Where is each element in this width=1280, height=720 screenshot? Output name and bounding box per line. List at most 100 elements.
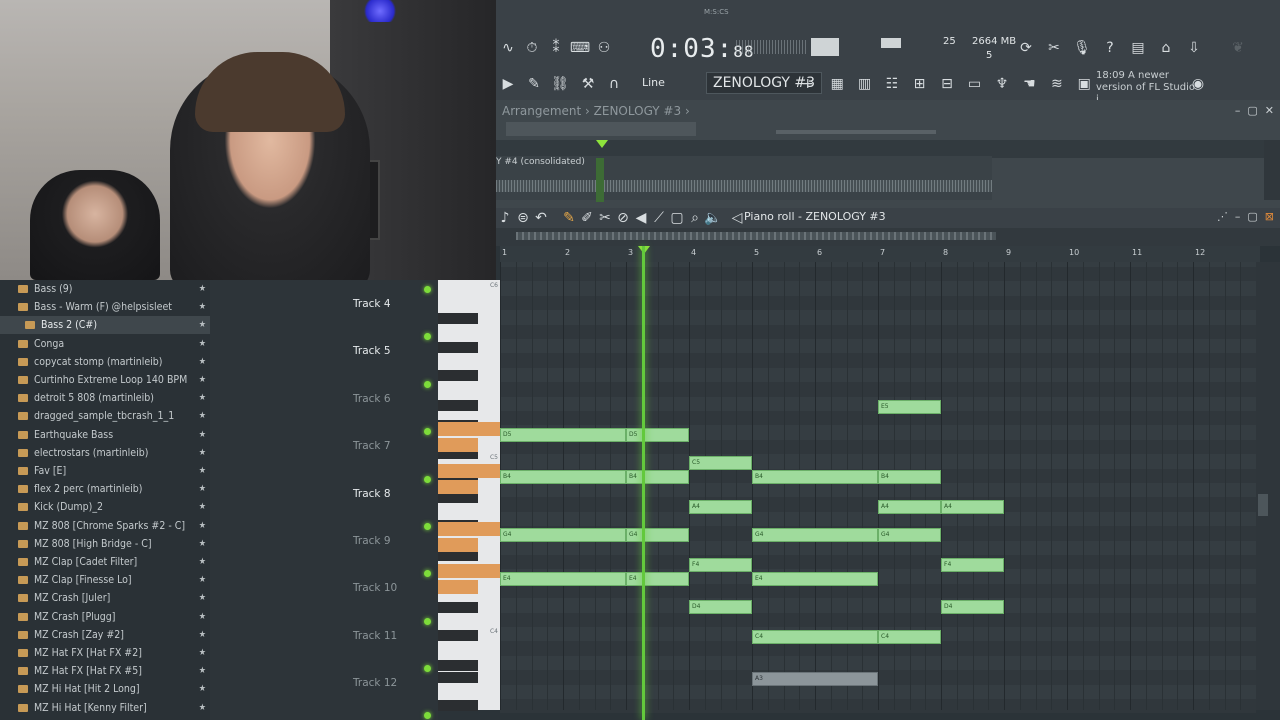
add-pattern-icon[interactable]: + <box>796 72 819 96</box>
export-icon[interactable]: ⇩ <box>1182 36 1206 60</box>
track-label[interactable]: Track 9 <box>353 535 391 547</box>
ilrs-icon[interactable]: ▣ <box>1073 72 1096 96</box>
master-pitch[interactable] <box>881 38 901 48</box>
favorite-star-icon[interactable]: ★ <box>199 684 206 694</box>
highlighted-key[interactable] <box>438 464 500 478</box>
playlist-vscroll[interactable] <box>1264 140 1280 200</box>
piano-note[interactable]: C5 <box>689 456 752 470</box>
piano-note[interactable]: E4 <box>626 572 689 586</box>
black-key[interactable] <box>438 602 478 613</box>
microphone-icon[interactable]: 🎙 <box>1070 36 1094 60</box>
browser-item[interactable]: MZ Clap [Finesse Lo] ★ <box>0 571 210 589</box>
plugin-picker-icon[interactable]: ♆ <box>990 72 1013 96</box>
piano-note[interactable]: C4 <box>878 630 941 644</box>
favorite-star-icon[interactable]: ★ <box>199 557 206 567</box>
black-key[interactable] <box>438 660 478 671</box>
render-icon[interactable]: ⌂ <box>1154 36 1178 60</box>
track-label[interactable]: Track 7 <box>353 440 391 452</box>
highlighted-key[interactable] <box>438 538 478 552</box>
select-tool-icon[interactable]: ▢ <box>668 206 686 230</box>
highlighted-key[interactable] <box>438 564 500 578</box>
track-led-icon[interactable] <box>424 617 431 625</box>
track-label[interactable]: Track 11 <box>353 630 397 642</box>
options-icon[interactable]: ⊜ <box>514 206 532 230</box>
piano-note[interactable]: A3 <box>752 672 878 686</box>
vscroll-thumb[interactable] <box>1258 494 1268 516</box>
piano-note[interactable]: B4 <box>500 470 626 484</box>
favorite-star-icon[interactable]: ★ <box>199 666 206 676</box>
black-key[interactable] <box>438 700 478 711</box>
favorite-star-icon[interactable]: ★ <box>199 502 206 512</box>
browser-item[interactable]: MZ Clap [Cadet Filter] ★ <box>0 553 210 571</box>
track-label[interactable]: Track 6 <box>353 393 391 405</box>
piano-note[interactable]: C4 <box>752 630 878 644</box>
piano-note[interactable]: E4 <box>752 572 878 586</box>
favorite-star-icon[interactable]: ★ <box>199 575 206 585</box>
favorite-star-icon[interactable]: ★ <box>199 357 206 367</box>
undo-icon[interactable]: ↶ <box>532 206 550 230</box>
piano-note[interactable]: B4 <box>626 470 689 484</box>
browser-item[interactable]: MZ Crash [Zay #2] ★ <box>0 626 210 644</box>
black-key[interactable] <box>438 342 478 353</box>
piano-note[interactable]: A4 <box>689 500 752 514</box>
track-label[interactable]: Track 12 <box>353 677 397 689</box>
browser-item[interactable]: Bass - Warm (F) @helpsisleet ★ <box>0 298 210 316</box>
piano-note[interactable]: D4 <box>689 600 752 614</box>
slip-tool-icon[interactable]: ◀ <box>632 206 650 230</box>
blend-icon[interactable]: ⚇ <box>592 36 616 60</box>
browser-item[interactable]: detroit 5 808 (martinleib) ★ <box>0 389 210 407</box>
highlighted-key[interactable] <box>438 422 500 436</box>
browser-item[interactable]: MZ Hat FX [Hat FX #2] ★ <box>0 644 210 662</box>
browser-item[interactable]: flex 2 perc (martinleib) ★ <box>0 480 210 498</box>
black-key[interactable] <box>438 630 478 641</box>
playlist-scrollbar[interactable] <box>506 122 696 136</box>
mixer-icon[interactable]: ⊞ <box>908 72 931 96</box>
browser-item[interactable]: Fav [E] ★ <box>0 462 210 480</box>
mute-tool-icon[interactable]: ⊘ <box>614 206 632 230</box>
piano-note[interactable]: G4 <box>626 528 689 542</box>
highlighted-key[interactable] <box>438 580 478 594</box>
piano-note[interactable]: A4 <box>878 500 941 514</box>
scripts-icon[interactable]: ≋ <box>1045 72 1068 96</box>
favorite-star-icon[interactable]: ★ <box>199 448 206 458</box>
highlighted-key[interactable] <box>438 522 500 536</box>
track-led-icon[interactable] <box>424 475 431 483</box>
favorite-star-icon[interactable]: ★ <box>199 466 206 476</box>
browser-item[interactable]: MZ Hat FX [Hat FX #5] ★ <box>0 662 210 680</box>
favorite-star-icon[interactable]: ★ <box>199 302 206 312</box>
online-icon[interactable]: ⟳ <box>1014 36 1038 60</box>
piano-note[interactable]: F4 <box>941 558 1004 572</box>
favorite-star-icon[interactable]: ★ <box>199 539 206 549</box>
brush-icon[interactable]: ✎ <box>522 72 546 96</box>
loop-icon[interactable]: ∿ <box>496 36 520 60</box>
favorite-star-icon[interactable]: ★ <box>199 393 206 403</box>
link-icon[interactable]: ⛓ <box>548 72 572 96</box>
touch-keyboard-icon[interactable]: ☚ <box>1018 72 1041 96</box>
favorite-star-icon[interactable]: ★ <box>199 411 206 421</box>
black-key[interactable] <box>438 313 478 324</box>
piano-note[interactable]: D5 <box>626 428 689 442</box>
favorite-star-icon[interactable]: ★ <box>199 521 206 531</box>
piano-note[interactable]: D5 <box>500 428 626 442</box>
news-icon[interactable]: ◉ <box>1186 72 1210 96</box>
black-key[interactable] <box>438 672 478 683</box>
favorite-star-icon[interactable]: ★ <box>199 339 206 349</box>
piano-note[interactable]: G4 <box>878 528 941 542</box>
zoom-tool-icon[interactable]: ⌕ <box>686 206 704 230</box>
channel-rack-icon[interactable]: ☷ <box>880 72 903 96</box>
piano-note[interactable]: F4 <box>689 558 752 572</box>
piano-note[interactable]: B4 <box>752 470 878 484</box>
favorite-star-icon[interactable]: ★ <box>199 375 206 385</box>
browser-item[interactable]: Earthquake Bass ★ <box>0 426 210 444</box>
piano-keyboard[interactable]: C6 C5 C4 <box>438 280 500 711</box>
piano-note[interactable]: G4 <box>752 528 878 542</box>
track-label[interactable]: Track 8 <box>353 488 391 500</box>
save-icon[interactable]: ▤ <box>1126 36 1150 60</box>
browser-icon[interactable]: ⊟ <box>935 72 958 96</box>
slice-tool-icon[interactable]: ⟋ <box>650 206 668 230</box>
pencil-tool-icon[interactable]: ✎ <box>560 206 578 230</box>
piano-note[interactable]: A4 <box>941 500 1004 514</box>
playlist-breadcrumb[interactable]: Arrangement › ZENOLOGY #3 › <box>502 104 690 118</box>
delete-tool-icon[interactable]: ✂ <box>596 206 614 230</box>
piano-note[interactable]: D4 <box>941 600 1004 614</box>
